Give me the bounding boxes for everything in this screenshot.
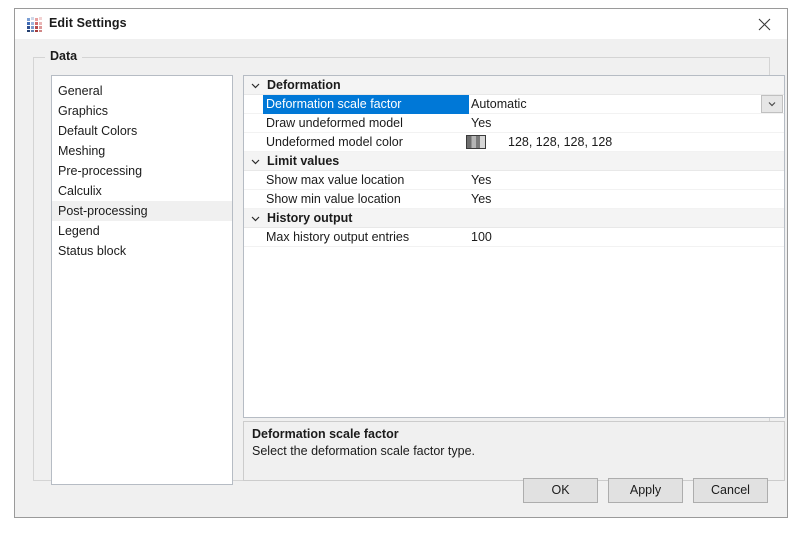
property-row[interactable]: Deformation scale factor Automatic bbox=[244, 95, 784, 114]
property-group-name: Deformation bbox=[267, 78, 341, 92]
app-grid-icon bbox=[27, 17, 42, 32]
category-item-general[interactable]: General bbox=[52, 81, 232, 101]
category-item-meshing[interactable]: Meshing bbox=[52, 141, 232, 161]
description-panel: Deformation scale factor Select the defo… bbox=[243, 421, 785, 481]
category-item-legend[interactable]: Legend bbox=[52, 221, 232, 241]
category-item-calculix[interactable]: Calculix bbox=[52, 181, 232, 201]
category-item-default-colors[interactable]: Default Colors bbox=[52, 121, 232, 141]
property-value: Yes bbox=[471, 173, 492, 187]
property-group-header[interactable]: Limit values bbox=[244, 152, 784, 171]
combobox-dropdown-button[interactable] bbox=[761, 95, 783, 113]
edit-settings-dialog: Edit Settings Data General Graphics Defaul… bbox=[14, 8, 788, 518]
property-name: Max history output entries bbox=[266, 230, 410, 244]
property-value: 100 bbox=[471, 230, 492, 244]
color-swatch-icon[interactable] bbox=[466, 135, 486, 149]
category-item-pre-processing[interactable]: Pre-processing bbox=[52, 161, 232, 181]
property-row[interactable]: Draw undeformed model Yes bbox=[244, 114, 784, 133]
property-name: Show max value location bbox=[266, 173, 405, 187]
category-item-status-block[interactable]: Status block bbox=[52, 241, 232, 261]
data-groupbox-label: Data bbox=[45, 49, 83, 63]
chevron-down-icon[interactable] bbox=[250, 80, 261, 91]
property-row[interactable]: Show min value location Yes bbox=[244, 190, 784, 209]
property-name: Deformation scale factor bbox=[266, 97, 402, 111]
property-name: Show min value location bbox=[266, 192, 401, 206]
property-row[interactable]: Max history output entries 100 bbox=[244, 228, 784, 247]
description-title: Deformation scale factor bbox=[252, 427, 399, 441]
property-group-header[interactable]: History output bbox=[244, 209, 784, 228]
category-item-post-processing[interactable]: Post-processing bbox=[52, 201, 232, 221]
chevron-down-icon bbox=[768, 102, 776, 107]
property-row[interactable]: Undeformed model color 128, 128, 128, 128 bbox=[244, 133, 784, 152]
property-group-header[interactable]: Deformation bbox=[244, 76, 784, 95]
property-name: Draw undeformed model bbox=[266, 116, 403, 130]
property-name: Undeformed model color bbox=[266, 135, 403, 149]
category-listbox[interactable]: General Graphics Default Colors Meshing Pre-… bbox=[51, 75, 233, 485]
property-group-name: History output bbox=[267, 211, 353, 225]
category-item-graphics[interactable]: Graphics bbox=[52, 101, 232, 121]
description-text: Select the deformation scale factor type… bbox=[252, 444, 476, 458]
property-value: Yes bbox=[471, 192, 492, 206]
chevron-down-icon[interactable] bbox=[250, 213, 261, 224]
cancel-button[interactable]: Cancel bbox=[693, 478, 768, 503]
apply-button[interactable]: Apply bbox=[608, 478, 683, 503]
property-row[interactable]: Show max value location Yes bbox=[244, 171, 784, 190]
property-grid[interactable]: Deformation Deformation scale factor Autom… bbox=[243, 75, 785, 418]
title-bar: Edit Settings bbox=[15, 9, 787, 39]
close-icon[interactable] bbox=[741, 9, 787, 39]
property-value: 128, 128, 128, 128 bbox=[508, 135, 613, 149]
property-value: Automatic bbox=[471, 97, 527, 111]
property-value: Yes bbox=[471, 116, 492, 130]
dialog-footer: OK Apply Cancel bbox=[15, 478, 787, 503]
window-title: Edit Settings bbox=[49, 16, 127, 30]
chevron-down-icon[interactable] bbox=[250, 156, 261, 167]
ok-button[interactable]: OK bbox=[523, 478, 598, 503]
property-group-name: Limit values bbox=[267, 154, 340, 168]
